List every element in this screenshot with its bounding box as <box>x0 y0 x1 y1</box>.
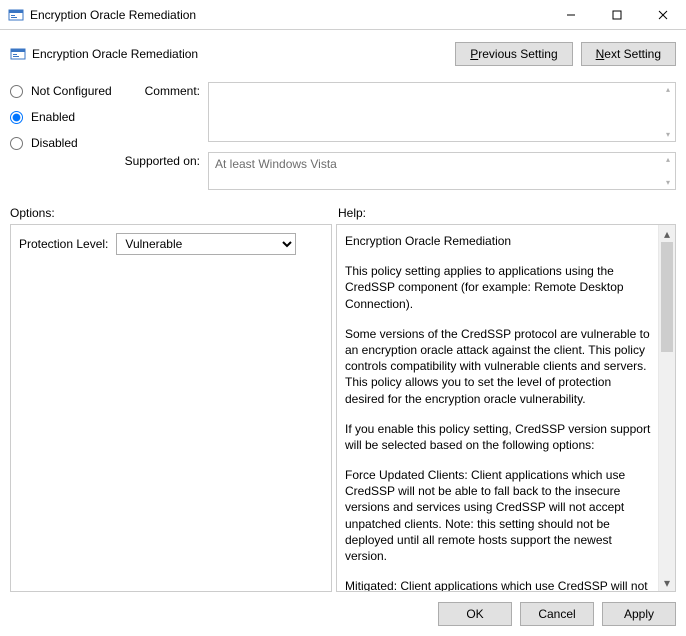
scroll-up-button[interactable]: ▴ <box>659 225 675 242</box>
help-paragraph: Force Updated Clients: Client applicatio… <box>345 467 652 564</box>
policy-title: Encryption Oracle Remediation <box>32 47 455 61</box>
scrollbar-thumb[interactable] <box>661 242 673 352</box>
radio-not-configured-input[interactable] <box>10 85 23 98</box>
radio-disabled-input[interactable] <box>10 137 23 150</box>
scroll-down-button[interactable]: ▾ <box>659 574 675 591</box>
options-section-label: Options: <box>10 206 338 220</box>
radio-enabled-input[interactable] <box>10 111 23 124</box>
help-section-label: Help: <box>338 206 366 220</box>
radio-enabled-label: Enabled <box>31 110 75 124</box>
comment-label: Comment: <box>120 82 200 142</box>
help-paragraph: If you enable this policy setting, CredS… <box>345 421 652 453</box>
help-paragraph: Some versions of the CredSSP protocol ar… <box>345 326 652 407</box>
close-button[interactable] <box>640 0 686 30</box>
maximize-button[interactable] <box>594 0 640 30</box>
scroll-up-icon: ▴ <box>663 155 673 164</box>
ok-button[interactable]: OK <box>438 602 512 626</box>
window-title: Encryption Oracle Remediation <box>30 8 548 22</box>
scrollbar-track[interactable] <box>659 242 675 574</box>
supported-on-value: At least Windows Vista <box>215 157 337 171</box>
supported-on-box: At least Windows Vista ▴ ▾ <box>208 152 676 190</box>
help-scrollbar[interactable]: ▴ ▾ <box>658 225 675 591</box>
protection-level-select[interactable]: Vulnerable <box>116 233 296 255</box>
minimize-button[interactable] <box>548 0 594 30</box>
options-pane: Protection Level: Vulnerable <box>10 224 332 592</box>
previous-setting-button[interactable]: Previous Setting <box>455 42 572 66</box>
cancel-button[interactable]: Cancel <box>520 602 594 626</box>
supported-on-label: Supported on: <box>120 152 200 190</box>
scroll-down-icon: ▾ <box>663 178 673 187</box>
next-setting-button[interactable]: Next Setting <box>581 42 676 66</box>
radio-not-configured-label: Not Configured <box>31 84 112 98</box>
radio-disabled-label: Disabled <box>31 136 78 150</box>
policy-icon <box>10 46 26 62</box>
app-icon <box>8 7 24 23</box>
scroll-down-icon: ▾ <box>663 130 673 139</box>
apply-button[interactable]: Apply <box>602 602 676 626</box>
help-paragraph: Mitigated: Client applications which use… <box>345 578 652 591</box>
help-pane: Encryption Oracle Remediation This polic… <box>336 224 676 592</box>
protection-level-label: Protection Level: <box>19 237 108 251</box>
help-text: Encryption Oracle Remediation This polic… <box>337 225 658 591</box>
help-title: Encryption Oracle Remediation <box>345 233 652 249</box>
help-paragraph: This policy setting applies to applicati… <box>345 263 652 312</box>
comment-input[interactable]: ▴ ▾ <box>208 82 676 142</box>
title-bar: Encryption Oracle Remediation <box>0 0 686 30</box>
scroll-up-icon: ▴ <box>663 85 673 94</box>
